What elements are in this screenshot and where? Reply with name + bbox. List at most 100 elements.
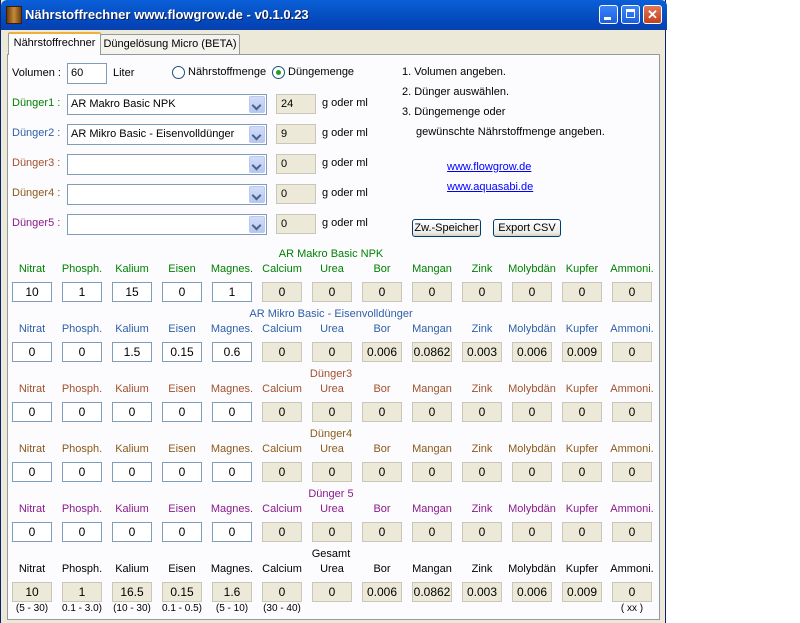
section-4-value: 0 xyxy=(312,462,352,482)
section-4-value[interactable]: 0 xyxy=(12,462,52,482)
fertilizer-4-select[interactable] xyxy=(67,184,267,205)
section-3-value: 0 xyxy=(462,402,502,422)
chevron-down-icon[interactable] xyxy=(249,216,265,233)
fertilizer-2-amount: 9 xyxy=(276,124,316,144)
section-3-value[interactable]: 0 xyxy=(112,402,152,422)
section-1-value[interactable]: 10 xyxy=(12,282,52,302)
chevron-down-icon[interactable] xyxy=(249,186,265,203)
close-button[interactable]: ✕ xyxy=(643,5,662,24)
section-1-value[interactable]: 15 xyxy=(112,282,152,302)
fertilizer-2-unit: g oder ml xyxy=(322,127,368,139)
section-1-value: 0 xyxy=(562,282,602,302)
section-2-value[interactable]: 0 xyxy=(12,342,52,362)
section-2-title: AR Mikro Basic - Eisenvolldünger xyxy=(249,308,413,320)
section-3-value[interactable]: 0 xyxy=(62,402,102,422)
section-1-value[interactable]: 1 xyxy=(212,282,252,302)
fertilizer-1-amount: 24 xyxy=(276,94,316,114)
radio-duengemenge[interactable] xyxy=(272,66,285,79)
fertilizer-1-unit: g oder ml xyxy=(322,97,368,109)
radio-selected-dot xyxy=(276,70,281,75)
fertilizer-2-select[interactable]: AR Mikro Basic - Eisenvolldünger xyxy=(67,124,267,145)
section-1-value[interactable]: 0 xyxy=(162,282,202,302)
section-2-value[interactable]: 0 xyxy=(62,342,102,362)
section-2-value[interactable]: 0.6 xyxy=(212,342,252,362)
section-1-value: 0 xyxy=(412,282,452,302)
link-aquasabi[interactable]: www.aquasabi.de xyxy=(447,181,533,193)
section-5-value[interactable]: 0 xyxy=(212,522,252,542)
section-5-title: Dünger 5 xyxy=(308,488,354,500)
section-1-value[interactable]: 1 xyxy=(62,282,102,302)
title-bar[interactable]: Nährstoffrechner www.flowgrow.de - v0.1.… xyxy=(1,0,667,30)
fertilizer-5-select[interactable] xyxy=(67,214,267,235)
maximize-icon xyxy=(626,9,635,18)
section-1-value: 0 xyxy=(312,282,352,302)
maximize-button[interactable] xyxy=(621,5,640,24)
section-3-value[interactable]: 0 xyxy=(12,402,52,422)
fertilizer-1-select[interactable]: AR Makro Basic NPK xyxy=(67,94,267,115)
section-2-header: Ammoni. xyxy=(610,323,654,335)
instruction-step3b: gewünschte Nährstoffmenge angeben. xyxy=(416,126,605,138)
export-csv-button[interactable]: Export CSV xyxy=(493,219,561,237)
tab-duengeloesung-micro[interactable]: Düngelösung Micro (BETA) xyxy=(100,34,240,54)
section-4-title: Dünger4 xyxy=(309,428,353,440)
section-2-value: 0 xyxy=(312,342,352,362)
chevron-down-icon[interactable] xyxy=(249,126,265,143)
section-4-header: Ammoni. xyxy=(610,443,654,455)
chevron-down-icon[interactable] xyxy=(249,156,265,173)
section-5-value[interactable]: 0 xyxy=(112,522,152,542)
section-2-value[interactable]: 1.5 xyxy=(112,342,152,362)
section-4-value[interactable]: 0 xyxy=(212,462,252,482)
section-3-value[interactable]: 0 xyxy=(212,402,252,422)
section-4-value[interactable]: 0 xyxy=(62,462,102,482)
zwischenspeicher-button[interactable]: Zw.-Speicher xyxy=(412,219,481,237)
section-5-value[interactable]: 0 xyxy=(12,522,52,542)
section-5-value[interactable]: 0 xyxy=(62,522,102,542)
section-4-value[interactable]: 0 xyxy=(162,462,202,482)
section-1-value: 0 xyxy=(512,282,552,302)
section-3-value: 0 xyxy=(562,402,602,422)
tab-naehrstoffrechner[interactable]: Nährstoffrechner xyxy=(8,32,101,55)
section-3-value: 0 xyxy=(362,402,402,422)
tab-label: Düngelösung Micro (BETA) xyxy=(103,38,237,50)
minimize-icon xyxy=(604,17,611,20)
radio-duengemenge-label: Düngemenge xyxy=(288,66,355,78)
app-window: Nährstoffrechner www.flowgrow.de - v0.1.… xyxy=(0,0,667,623)
section-1-header: Ammoni. xyxy=(610,263,654,275)
section-3-value[interactable]: 0 xyxy=(162,402,202,422)
radio-naehrstoffmenge-label: Nährstoffmenge xyxy=(188,66,267,78)
radio-naehrstoffmenge[interactable] xyxy=(172,66,185,79)
fertilizer-2-selected: AR Mikro Basic - Eisenvolldünger xyxy=(71,128,235,140)
tab-label: Nährstoffrechner xyxy=(13,37,96,49)
fertilizer-3-select[interactable] xyxy=(67,154,267,175)
section-2-value[interactable]: 0.15 xyxy=(162,342,202,362)
volume-input[interactable]: 60 xyxy=(67,63,107,84)
chevron-down-icon[interactable] xyxy=(249,96,265,113)
section-5-value: 0 xyxy=(512,522,552,542)
section-4-value: 0 xyxy=(462,462,502,482)
section-4-value: 0 xyxy=(612,462,652,482)
section-3-value: 0 xyxy=(412,402,452,422)
total-value: 0 xyxy=(262,582,302,602)
section-1-title: AR Makro Basic NPK xyxy=(278,248,384,260)
section-3-title: Dünger3 xyxy=(309,368,353,380)
section-5-value: 0 xyxy=(412,522,452,542)
link-flowgrow[interactable]: www.flowgrow.de xyxy=(447,161,531,173)
section-1-value: 0 xyxy=(462,282,502,302)
total-value: 0.003 xyxy=(462,582,502,602)
close-icon: ✕ xyxy=(647,7,658,22)
section-4-value[interactable]: 0 xyxy=(112,462,152,482)
section-3-value: 0 xyxy=(312,402,352,422)
section-4-value: 0 xyxy=(412,462,452,482)
fertilizer-5-unit: g oder ml xyxy=(322,217,368,229)
fertilizer-4-label: Dünger4 : xyxy=(12,187,61,199)
section-1-value: 0 xyxy=(362,282,402,302)
section-5-value: 0 xyxy=(612,522,652,542)
section-5-value[interactable]: 0 xyxy=(162,522,202,542)
section-5-value: 0 xyxy=(562,522,602,542)
section-3-value: 0 xyxy=(512,402,552,422)
total-value: 0.009 xyxy=(562,582,602,602)
fertilizer-4-amount: 0 xyxy=(276,184,316,204)
volume-label: Volumen : xyxy=(12,67,61,79)
minimize-button[interactable] xyxy=(599,5,618,24)
section-5-header: Ammoni. xyxy=(610,503,654,515)
